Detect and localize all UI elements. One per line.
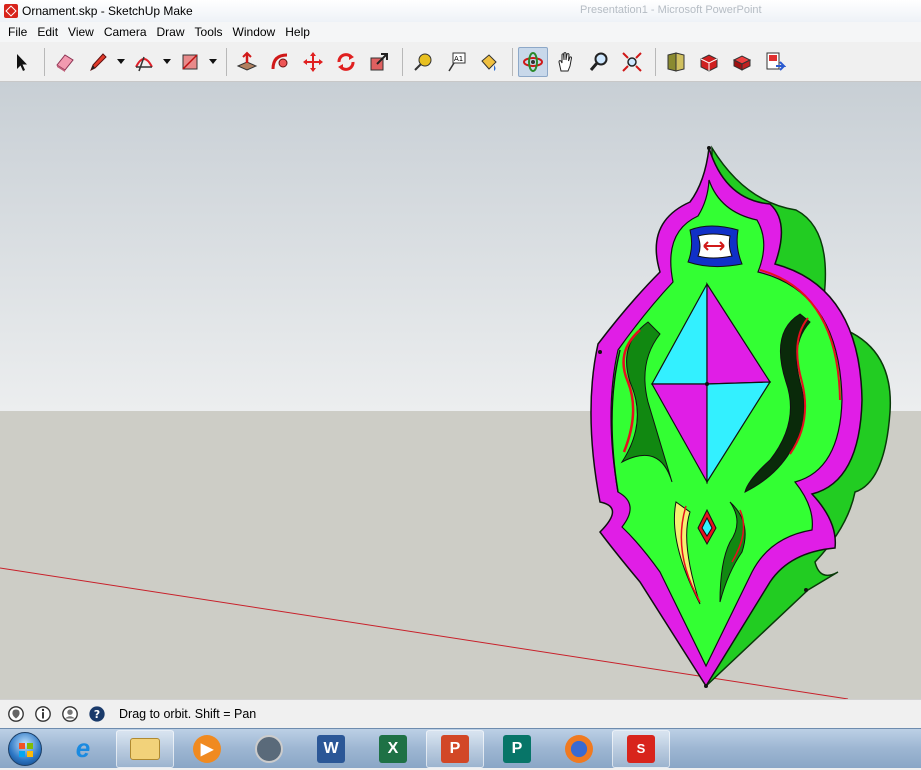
geo-location-icon[interactable] bbox=[6, 704, 26, 724]
menu-bar: File Edit View Camera Draw Tools Window … bbox=[0, 22, 921, 42]
taskbar-excel[interactable]: X bbox=[364, 730, 422, 768]
toolbar-separator bbox=[44, 47, 45, 76]
paint-bucket-icon bbox=[481, 53, 497, 71]
push-pull-icon bbox=[236, 51, 258, 71]
rectangle-dropdown[interactable] bbox=[208, 47, 218, 77]
taskbar-publisher[interactable]: P bbox=[488, 730, 546, 768]
move-icon bbox=[303, 51, 323, 72]
follow-me-icon bbox=[271, 53, 288, 69]
eraser-icon bbox=[56, 53, 74, 72]
menu-file[interactable]: File bbox=[3, 22, 32, 42]
sketchup-icon: S bbox=[627, 734, 655, 763]
tape-measure-tool-button[interactable] bbox=[408, 47, 438, 77]
taskbar-powerpoint[interactable]: P bbox=[426, 729, 484, 768]
start-button[interactable] bbox=[0, 729, 50, 769]
taskbar: e ▶ W X P P S bbox=[0, 728, 921, 768]
zoom-extents-tool-button[interactable] bbox=[617, 47, 647, 77]
orbit-tool-button[interactable] bbox=[518, 46, 548, 77]
media-player-icon: ▶ bbox=[193, 734, 221, 763]
arc-dropdown[interactable] bbox=[162, 47, 172, 77]
window-title: Ornament.skp - SketchUp Make bbox=[22, 4, 193, 18]
3d-warehouse-button[interactable] bbox=[661, 47, 691, 77]
taskbar-internet-explorer[interactable]: e bbox=[54, 730, 112, 768]
menu-help[interactable]: Help bbox=[280, 22, 315, 42]
title-bar: Ornament.skp - SketchUp Make Presentatio… bbox=[0, 0, 921, 22]
select-tool-button[interactable] bbox=[6, 47, 36, 77]
move-tool-button[interactable] bbox=[298, 47, 328, 77]
pencil-tool-button[interactable] bbox=[83, 47, 113, 77]
svg-text:A1: A1 bbox=[454, 55, 463, 63]
tape-measure-icon bbox=[414, 53, 432, 71]
rectangle-icon bbox=[182, 53, 198, 70]
publisher-icon: P bbox=[503, 734, 531, 763]
extension-icon bbox=[700, 53, 718, 72]
status-message: Drag to orbit. Shift = Pan bbox=[119, 707, 257, 721]
push-pull-tool-button[interactable] bbox=[232, 47, 262, 77]
help-icon[interactable]: ? bbox=[87, 704, 107, 724]
arc-tool-button[interactable] bbox=[129, 47, 159, 77]
menu-draw[interactable]: Draw bbox=[152, 22, 190, 42]
taskbar-dvd-maker[interactable] bbox=[240, 730, 298, 768]
svg-text:?: ? bbox=[94, 708, 100, 721]
toolbar-separator bbox=[512, 47, 513, 76]
components-icon bbox=[732, 54, 752, 71]
credits-icon[interactable] bbox=[33, 704, 53, 724]
menu-edit[interactable]: Edit bbox=[32, 22, 63, 42]
scale-icon bbox=[370, 52, 388, 70]
powerpoint-icon: P bbox=[441, 734, 469, 763]
zoom-tool-button[interactable] bbox=[584, 47, 614, 77]
rotate-tool-button[interactable] bbox=[331, 47, 361, 77]
menu-tools[interactable]: Tools bbox=[190, 22, 228, 42]
firefox-icon bbox=[565, 734, 593, 763]
magnifier-icon bbox=[589, 52, 608, 71]
pencil-icon bbox=[90, 52, 107, 71]
toolbar-separator bbox=[226, 47, 227, 76]
text-label-icon: A1 bbox=[448, 52, 466, 71]
select-arrow-icon bbox=[17, 53, 27, 71]
user-icon[interactable] bbox=[60, 704, 80, 724]
scale-tool-button[interactable] bbox=[364, 47, 394, 77]
status-bar: ? Drag to orbit. Shift = Pan bbox=[0, 699, 921, 728]
menu-view[interactable]: View bbox=[63, 22, 99, 42]
taskbar-word[interactable]: W bbox=[302, 730, 360, 768]
dvd-maker-icon bbox=[255, 734, 283, 763]
paint-bucket-tool-button[interactable] bbox=[474, 47, 504, 77]
toolbar-separator bbox=[655, 47, 656, 76]
excel-icon: X bbox=[379, 734, 407, 763]
pencil-dropdown[interactable] bbox=[116, 47, 126, 77]
windows-logo-icon bbox=[8, 731, 42, 766]
arc-icon bbox=[135, 56, 153, 71]
folder-icon bbox=[130, 737, 160, 760]
background-window-title: Presentation1 - Microsoft PowerPoint bbox=[580, 4, 762, 16]
internet-explorer-icon: e bbox=[75, 733, 91, 763]
toolbar-separator bbox=[402, 47, 403, 76]
toolbar: A1 bbox=[0, 42, 921, 82]
eraser-tool-button[interactable] bbox=[50, 47, 80, 77]
taskbar-windows-explorer[interactable] bbox=[116, 729, 174, 768]
send-to-layout-button[interactable] bbox=[760, 47, 790, 77]
taskbar-media-player[interactable]: ▶ bbox=[178, 730, 236, 768]
extension-warehouse-button[interactable] bbox=[694, 47, 724, 77]
layout-icon bbox=[766, 52, 786, 71]
drawing-viewport[interactable] bbox=[0, 82, 921, 699]
sketchup-app-icon[interactable] bbox=[4, 4, 18, 18]
zoom-extents-icon bbox=[622, 51, 642, 72]
rectangle-tool-button[interactable] bbox=[175, 47, 205, 77]
follow-me-tool-button[interactable] bbox=[265, 47, 295, 77]
orbit-icon bbox=[523, 51, 543, 72]
menu-window[interactable]: Window bbox=[228, 22, 281, 42]
menu-camera[interactable]: Camera bbox=[99, 22, 152, 42]
word-icon: W bbox=[317, 734, 345, 763]
rotate-icon bbox=[337, 52, 355, 71]
text-tool-button[interactable]: A1 bbox=[441, 47, 471, 77]
pan-hand-icon bbox=[558, 51, 573, 71]
warehouse-icon bbox=[667, 51, 685, 72]
taskbar-sketchup[interactable]: S bbox=[612, 729, 670, 768]
pan-tool-button[interactable] bbox=[551, 47, 581, 77]
components-button[interactable] bbox=[727, 47, 757, 77]
taskbar-firefox[interactable] bbox=[550, 730, 608, 768]
